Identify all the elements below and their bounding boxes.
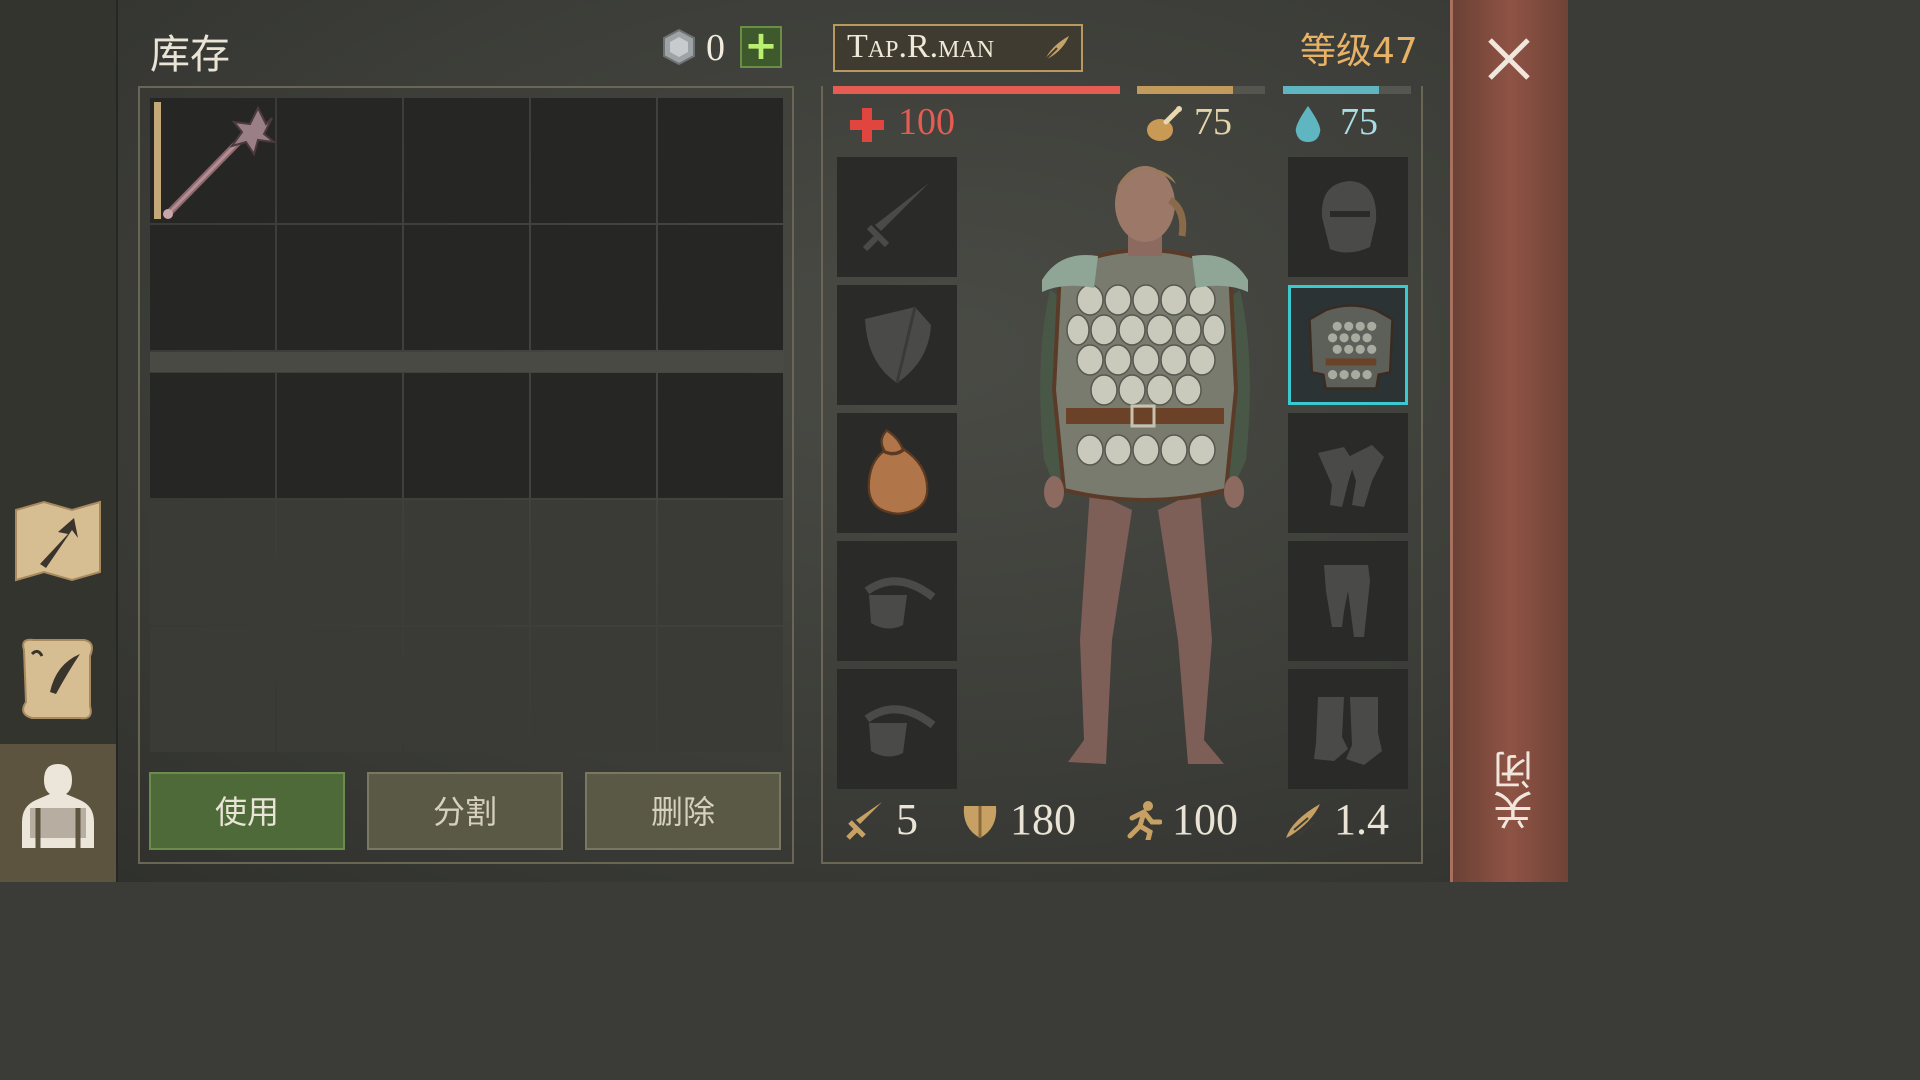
boots-slot[interactable]: [1288, 669, 1408, 789]
chest-armor-icon: [1308, 304, 1394, 390]
inventory-slot[interactable]: [150, 373, 275, 498]
inventory-slot[interactable]: [658, 98, 783, 223]
inventory-slot[interactable]: [658, 225, 783, 350]
scroll-icon: [22, 638, 93, 720]
ring-slot-1[interactable]: [837, 541, 957, 661]
inventory-slot[interactable]: [531, 373, 656, 498]
water-bar-fill: [1283, 86, 1379, 94]
locked-slot[interactable]: [150, 627, 275, 752]
boots-icon: [1314, 697, 1382, 765]
attack-value: 5: [896, 795, 918, 844]
use-button[interactable]: 使用: [149, 772, 345, 850]
currency-amount: 0: [706, 27, 725, 69]
water-drop-icon: [1295, 106, 1321, 142]
grid-divider: [150, 352, 784, 372]
inventory-slot[interactable]: [531, 98, 656, 223]
bag-icon: [867, 429, 929, 515]
delete-button[interactable]: 删除: [585, 772, 781, 850]
character-model: [1040, 166, 1250, 764]
ring-icon: [864, 577, 936, 629]
health-value: 100: [898, 101, 955, 143]
inventory-slot[interactable]: [277, 373, 402, 498]
weight-value: 1.4: [1334, 795, 1389, 844]
weight-icon: [1286, 804, 1320, 838]
shield-icon: [865, 306, 931, 384]
locked-slot[interactable]: [277, 627, 402, 752]
inventory-slot[interactable]: [404, 98, 529, 223]
health-icon: [850, 108, 884, 142]
locked-slot[interactable]: [658, 627, 783, 752]
inventory-slot[interactable]: [404, 373, 529, 498]
locked-slot[interactable]: [404, 500, 529, 625]
inventory-grid-bottom: [150, 373, 784, 752]
inventory-slot[interactable]: [277, 98, 402, 223]
water-value: 75: [1340, 101, 1378, 143]
ring-icon: [864, 705, 936, 757]
bag-slot[interactable]: [837, 413, 957, 533]
pants-slot[interactable]: [1288, 541, 1408, 661]
quests-button[interactable]: [10, 630, 106, 726]
coin-icon: [663, 28, 695, 66]
level-label: 等级47: [1300, 31, 1418, 72]
add-currency-button[interactable]: +: [740, 26, 782, 68]
locked-slot[interactable]: [150, 500, 275, 625]
locked-slot[interactable]: [531, 500, 656, 625]
food-icon: [1147, 106, 1182, 141]
character-name-box[interactable]: Tap.R.man: [833, 24, 1083, 72]
gloves-icon: [1318, 445, 1384, 507]
shield-slot[interactable]: [837, 285, 957, 405]
helmet-icon: [1321, 181, 1377, 253]
armor-value: 180: [1010, 795, 1076, 844]
attack-icon: [846, 802, 882, 840]
locked-slot[interactable]: [277, 500, 402, 625]
chest-slot[interactable]: [1288, 285, 1408, 405]
health-bar-fill: [833, 86, 1120, 94]
gloves-slot[interactable]: [1288, 413, 1408, 533]
map-icon: [15, 500, 101, 582]
locked-slot[interactable]: [404, 627, 529, 752]
inventory-slot[interactable]: [150, 98, 275, 223]
food-value: 75: [1194, 101, 1232, 143]
food-bar-fill: [1137, 86, 1233, 94]
armor-icon: [963, 806, 997, 838]
inventory-slot[interactable]: [531, 225, 656, 350]
sword-icon: [862, 183, 929, 252]
character-button[interactable]: [10, 756, 106, 852]
locked-slot[interactable]: [658, 500, 783, 625]
inventory-slot[interactable]: [658, 373, 783, 498]
weapon-slot[interactable]: [837, 157, 957, 277]
inventory-slot[interactable]: [150, 225, 275, 350]
locked-slot[interactable]: [531, 627, 656, 752]
mace-icon: [163, 105, 275, 219]
inventory-slot[interactable]: [404, 225, 529, 350]
speed-value: 100: [1172, 795, 1238, 844]
close-label[interactable]: 关闭: [1488, 750, 1540, 830]
edit-name-icon[interactable]: [1041, 32, 1073, 64]
pants-icon: [1324, 565, 1370, 637]
character-backpack-icon: [22, 764, 94, 848]
inventory-title: 库存: [150, 32, 230, 78]
helmet-slot[interactable]: [1288, 157, 1408, 277]
inventory-grid-top: [150, 98, 784, 350]
map-button[interactable]: [10, 494, 106, 590]
close-icon[interactable]: [1486, 36, 1532, 82]
speed-icon: [1127, 801, 1162, 840]
split-button[interactable]: 分割: [367, 772, 563, 850]
inventory-slot[interactable]: [277, 225, 402, 350]
ring-slot-2[interactable]: [837, 669, 957, 789]
character-name: Tap.R.man: [847, 28, 995, 65]
